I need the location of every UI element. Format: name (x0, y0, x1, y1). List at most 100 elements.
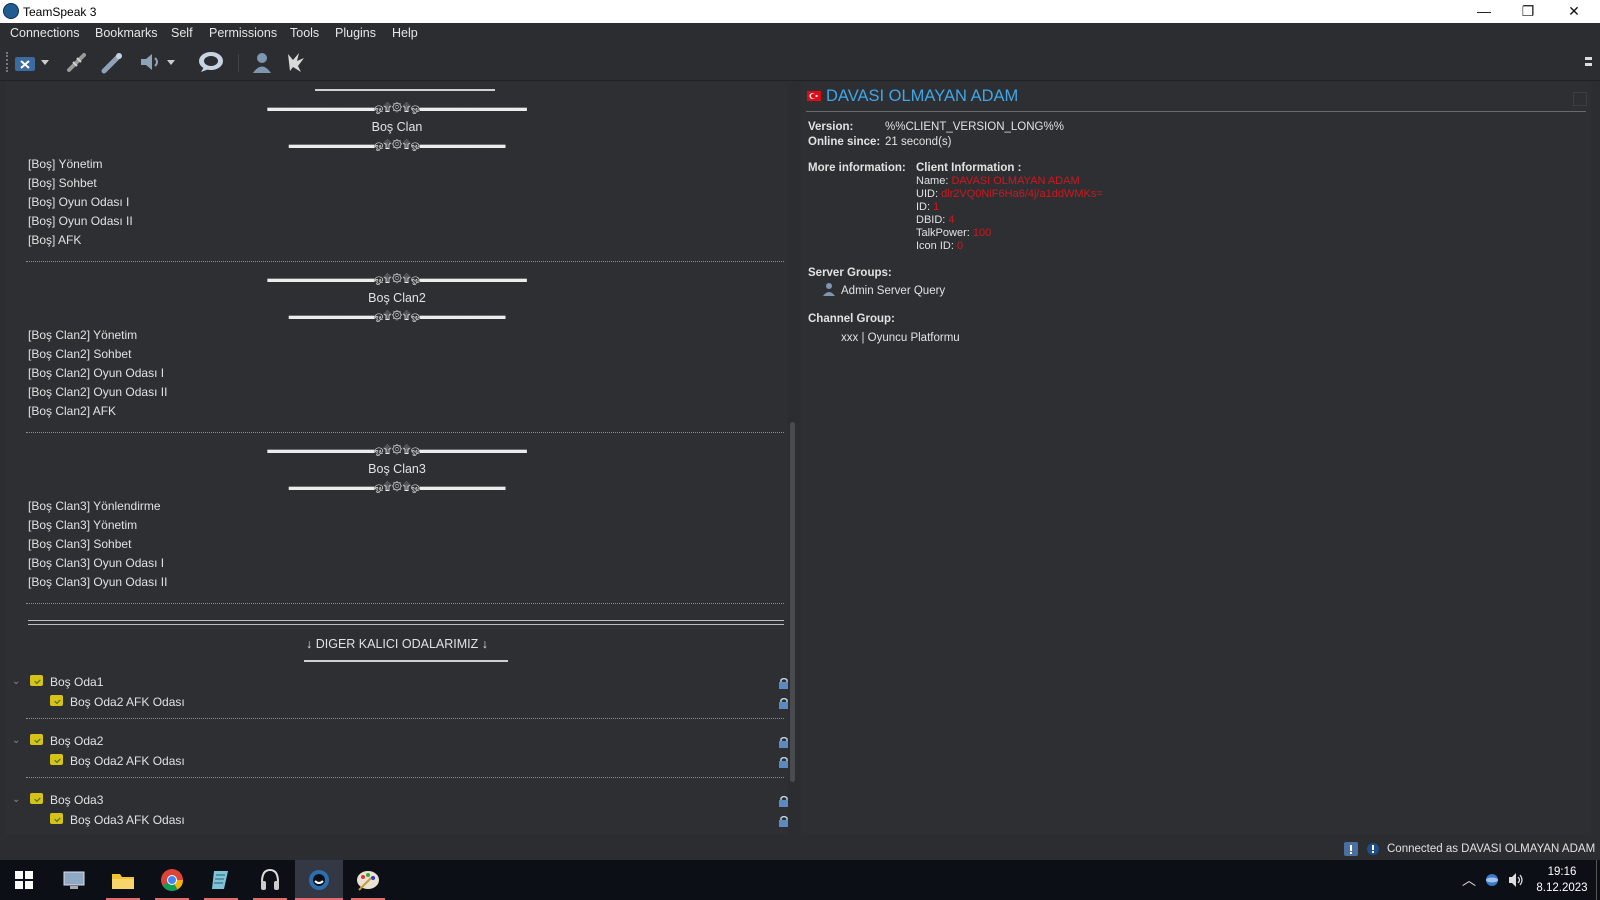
spacer-clan-title[interactable]: Boş Clan2 (6, 291, 788, 305)
spacer-decoration: ▬▬▬▬▬▬▬▬▬▬ஓ۩۞۩ஓ▬▬▬▬▬▬▬▬▬▬ (267, 444, 527, 456)
channel-item[interactable]: [Boş Clan3] Oyun Odası II (28, 575, 167, 589)
channel-item[interactable]: [Boş] Oyun Odası II (28, 214, 133, 228)
whisper-button[interactable] (196, 49, 226, 75)
menu-self[interactable]: Self (171, 26, 193, 40)
info-field-dbid: DBID: 4 (916, 214, 955, 226)
paint-button[interactable] (344, 860, 392, 900)
contacts-button[interactable] (248, 49, 276, 75)
toolbar-grip[interactable] (6, 52, 10, 72)
channel-item[interactable]: [Boş Clan2] Sohbet (28, 347, 131, 361)
spacer-clan-title[interactable]: Boş Clan3 (6, 462, 788, 476)
connect-button[interactable] (62, 49, 92, 75)
channel-item[interactable]: [Boş] Yönetim (28, 157, 102, 171)
tree-scrollbar[interactable] (788, 82, 798, 835)
network-icon[interactable] (1485, 873, 1499, 887)
overflow-icon (1585, 57, 1592, 66)
channel-item[interactable]: [Boş Clan3] Sohbet (28, 537, 131, 551)
capture-button[interactable] (282, 49, 310, 75)
field-value: 4 (948, 214, 955, 226)
subscribe-button[interactable] (98, 49, 128, 75)
channel-icon (50, 813, 63, 824)
notepad-icon (212, 871, 228, 889)
connection-status: Connected as DAVASI OLMAYAN ADAM (1387, 843, 1596, 855)
double-divider (28, 620, 784, 625)
dotted-divider (26, 777, 784, 778)
channel-item[interactable]: [Boş Clan2] Yönetim (28, 328, 137, 342)
teamspeak-icon (309, 870, 329, 890)
menu-help[interactable]: Help (392, 26, 418, 40)
restore-button[interactable]: ❐ (1506, 0, 1550, 23)
scrollbar-thumb[interactable] (790, 422, 795, 782)
chevron-down-icon[interactable]: ⌄ (12, 735, 20, 746)
show-desktop-button[interactable] (1596, 860, 1597, 900)
server-group-name: Admin Server Query (841, 285, 946, 297)
field-label: Name: (916, 175, 949, 187)
room-item[interactable]: Boş Oda3 (50, 793, 103, 807)
channel-item[interactable]: [Boş Clan3] Yönetim (28, 518, 137, 532)
user-icon (253, 53, 271, 73)
lock-icon (779, 757, 788, 768)
headset-app-button[interactable] (246, 860, 294, 900)
menu-tools[interactable]: Tools (290, 26, 319, 40)
toolbar-overflow-button[interactable] (1582, 49, 1596, 75)
channel-icon (30, 675, 43, 686)
channel-item[interactable]: [Boş Clan2] AFK (28, 404, 116, 418)
task-view-button[interactable] (50, 860, 98, 900)
spacer-clan-title[interactable]: Boş Clan (6, 120, 788, 134)
channel-item[interactable]: [Boş] Sohbet (28, 176, 97, 190)
menu-permissions[interactable]: Permissions (209, 26, 277, 40)
toolbar-separator (238, 54, 239, 72)
start-button[interactable] (0, 860, 48, 900)
channel-item[interactable]: [Boş Clan2] Oyun Odası I (28, 366, 164, 380)
chat-notification-icon[interactable] (1344, 842, 1358, 856)
away-button[interactable] (136, 49, 180, 75)
subchannel-item[interactable]: Boş Oda2 AFK Odası (70, 754, 185, 768)
chrome-icon (161, 869, 183, 891)
field-label: Icon ID: (916, 240, 954, 252)
menu-bookmarks[interactable]: Bookmarks (95, 26, 158, 40)
channel-icon (50, 695, 63, 706)
wolf-icon (288, 53, 304, 72)
spacer-decoration: ▬▬▬▬▬▬▬▬ஓ۩۞۩ஓ▬▬▬▬▬▬▬▬ (288, 310, 506, 322)
subchannel-item[interactable]: Boş Oda3 AFK Odası (70, 813, 185, 827)
chrome-button[interactable] (148, 860, 196, 900)
field-value: dlr2VQ0NiF6Ha6/4j/a1ddWMKs= (941, 188, 1103, 200)
menu-connections[interactable]: Connections (10, 26, 80, 40)
lock-icon (779, 678, 788, 689)
field-label: TalkPower: (916, 227, 970, 239)
channel-item[interactable]: [Boş] AFK (28, 233, 81, 247)
channel-item[interactable]: [Boş] Oyun Odası I (28, 195, 129, 209)
spacer-decoration: ▬▬▬▬▬▬▬▬ஓ۩۞۩ஓ▬▬▬▬▬▬▬▬ (288, 481, 506, 493)
heading-divider (806, 111, 1586, 112)
minimize-button[interactable]: — (1462, 0, 1506, 23)
computer-icon (63, 871, 85, 889)
client-info-panel: DAVASI OLMAYAN ADAM Version: %%CLIENT_VE… (801, 82, 1591, 835)
menu-plugins[interactable]: Plugins (335, 26, 376, 40)
chevron-down-icon[interactable]: ⌄ (12, 676, 20, 687)
more-information-label: More information: (808, 162, 906, 174)
windows-logo-icon (15, 871, 33, 889)
file-explorer-button[interactable] (99, 860, 147, 900)
channel-item[interactable]: [Boş Clan2] Oyun Odası II (28, 385, 167, 399)
other-rooms-header[interactable]: ↓ DIGER KALICI ODALARIMIZ ↓ (6, 637, 788, 651)
notepad-button[interactable] (197, 860, 245, 900)
paint-palette-icon (357, 871, 379, 891)
avatar-placeholder (1573, 92, 1587, 106)
close-button[interactable]: ✕ (1552, 0, 1596, 23)
online-since-value: 21 second(s) (885, 136, 952, 148)
speaker-mute-icon (141, 54, 175, 70)
disconnect-button[interactable] (12, 49, 54, 75)
chevron-down-icon[interactable]: ⌄ (12, 794, 20, 805)
channel-item[interactable]: [Boş Clan3] Oyun Odası I (28, 556, 164, 570)
room-item[interactable]: Boş Oda2 (50, 734, 103, 748)
volume-icon[interactable] (1507, 872, 1525, 888)
subchannel-item[interactable]: Boş Oda2 AFK Odası (70, 695, 185, 709)
channel-tree[interactable]: ▬▬▬▬▬▬▬▬▬▬ஓ۩۞۩ஓ▬▬▬▬▬▬▬▬▬▬ Boş Clan ▬▬▬▬▬… (6, 82, 788, 835)
clock[interactable]: 19:16 8.12.2023 (1534, 864, 1590, 896)
top-divider (315, 89, 495, 91)
tray-overflow-icon[interactable]: ︿ (1462, 870, 1476, 890)
room-item[interactable]: Boş Oda1 (50, 675, 103, 689)
teamspeak-taskbar-button[interactable] (295, 860, 343, 900)
channel-item[interactable]: [Boş Clan3] Yönlendirme (28, 499, 161, 513)
channel-group-label: Channel Group: (808, 313, 895, 325)
